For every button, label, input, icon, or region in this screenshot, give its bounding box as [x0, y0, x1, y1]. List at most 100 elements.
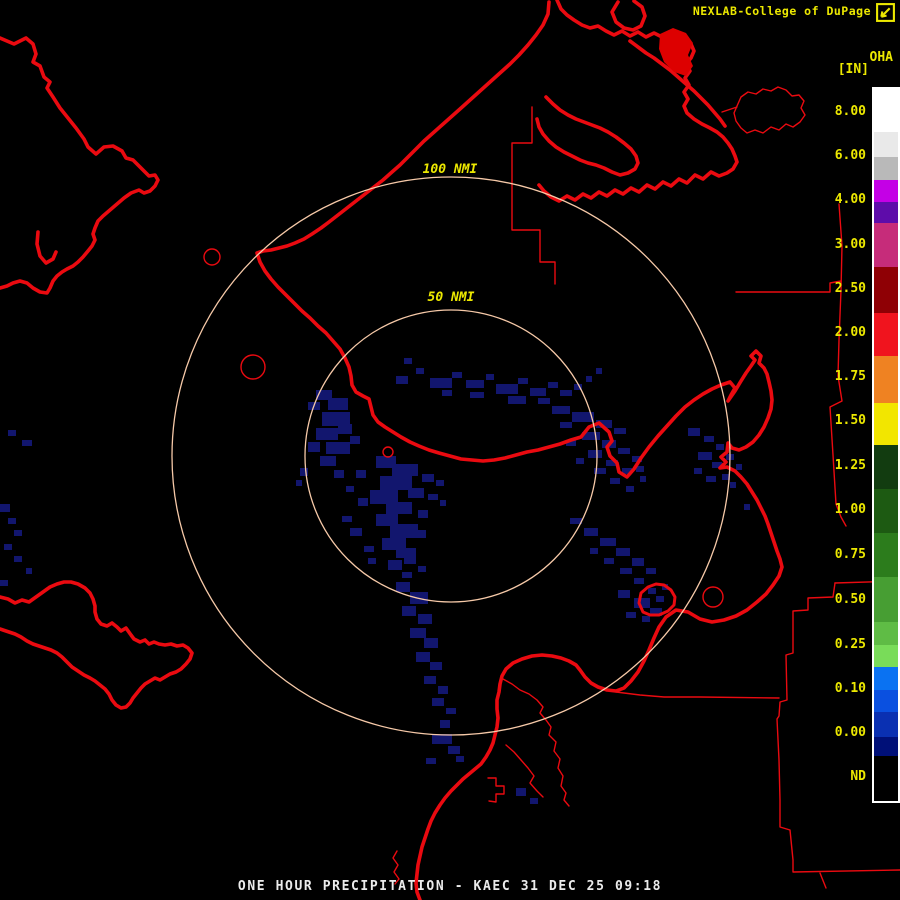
- coastline-top-right: [537, 0, 739, 203]
- precip-cell: [600, 538, 616, 546]
- precip-cell: [422, 474, 434, 482]
- precip-cell: [14, 530, 22, 536]
- colorbar-label: 4.00: [834, 192, 866, 207]
- precip-cell: [358, 498, 368, 506]
- boundary-east-vertical: [829, 203, 847, 527]
- precip-cell: [308, 442, 320, 452]
- precip-cell: [390, 524, 418, 538]
- colorbar-label: 2.00: [834, 325, 866, 340]
- precip-cell: [648, 588, 656, 594]
- precip-cell: [640, 476, 646, 482]
- precip-cell: [436, 480, 444, 486]
- landfill-patch: [659, 28, 693, 76]
- precip-cell: [404, 556, 416, 564]
- precip-cell: [386, 502, 412, 514]
- app-title: NEXLAB-College of DuPage: [692, 4, 871, 18]
- precip-cell: [440, 500, 446, 506]
- precip-cell: [408, 488, 424, 498]
- colorbar-label: 1.00: [834, 502, 866, 517]
- precip-cell: [428, 494, 438, 500]
- precip-cell: [418, 510, 428, 518]
- precip-cell: [446, 708, 456, 714]
- precip-cell: [416, 368, 424, 374]
- colorbar-segment: [874, 180, 898, 202]
- precip-cell: [614, 428, 626, 434]
- precip-cell: [388, 560, 402, 570]
- colorbar-label: 0.10: [834, 681, 866, 696]
- colorbar: [872, 87, 900, 803]
- river-estuary-1: [502, 678, 570, 807]
- precip-cell: [576, 458, 584, 464]
- precip-cell: [8, 430, 16, 436]
- precip-cell: [744, 504, 750, 510]
- coastline-bay-shore: [535, 95, 640, 177]
- product-caption: ONE HOUR PRECIPITATION - KAEC 31 DEC 25 …: [237, 879, 663, 894]
- precip-cell: [584, 528, 598, 536]
- precip-cell: [416, 652, 430, 662]
- precip-cell: [620, 568, 632, 574]
- precip-cell: [586, 376, 592, 382]
- colorbar-segment: [874, 667, 898, 690]
- precip-cell: [618, 448, 630, 454]
- colorbar-label: 0.00: [834, 725, 866, 740]
- coastline-hook-inlet: [35, 230, 58, 265]
- precip-cell: [642, 616, 650, 622]
- precip-cell: [704, 436, 714, 442]
- boundary-south-connector: [615, 691, 780, 699]
- colorbar-segment: [874, 445, 898, 489]
- precip-cell: [716, 444, 724, 450]
- precip-cell: [618, 590, 630, 598]
- radar-map-canvas: [0, 0, 900, 900]
- precip-cell: [530, 798, 538, 804]
- precip-cell: [646, 568, 656, 574]
- precip-cell: [0, 580, 8, 586]
- precip-cell: [538, 398, 550, 404]
- precip-cell: [402, 572, 412, 578]
- precip-cell: [296, 480, 302, 486]
- colorbar-segment: [874, 622, 898, 645]
- precip-cell: [694, 468, 702, 474]
- precip-cell: [508, 396, 526, 404]
- island-top-right-outline: [733, 86, 806, 134]
- precip-cell: [402, 606, 416, 616]
- precip-cell: [440, 720, 450, 728]
- colorbar-segment: [874, 223, 898, 267]
- precip-cell: [316, 428, 338, 440]
- precip-cell: [414, 530, 426, 538]
- colorbar-segment: [874, 756, 898, 799]
- precip-cell: [370, 490, 398, 504]
- precip-cell: [424, 638, 438, 648]
- precip-cell: [410, 628, 426, 638]
- precip-cell: [322, 412, 350, 426]
- precip-cell: [430, 662, 442, 670]
- precip-cell: [656, 596, 664, 602]
- precip-cell: [14, 556, 22, 562]
- colorbar-segment: [874, 157, 898, 180]
- colorbar-segment: [874, 267, 898, 313]
- precip-cell: [616, 548, 630, 556]
- precip-cell: [380, 476, 412, 490]
- colorbar-segment: [874, 712, 898, 737]
- precip-cell: [418, 614, 432, 624]
- precip-cell: [604, 558, 614, 564]
- precip-cell: [736, 464, 742, 470]
- precip-cell: [632, 558, 644, 566]
- precip-cell: [518, 378, 528, 384]
- precip-cell: [326, 442, 350, 454]
- precip-cell: [338, 424, 352, 434]
- precip-cell: [364, 546, 374, 552]
- colorbar-segment: [874, 89, 898, 132]
- precip-cell: [334, 470, 344, 478]
- precip-cell: [320, 456, 336, 466]
- colorbar-label: 0.75: [834, 547, 866, 562]
- precip-cell: [368, 558, 376, 564]
- colorbar-label: 1.75: [834, 369, 866, 384]
- precip-cell: [456, 756, 464, 762]
- colorbar-segment: [874, 489, 898, 533]
- precip-cell: [626, 486, 634, 492]
- precip-cell: [470, 392, 484, 398]
- precip-cell: [438, 686, 448, 694]
- precip-cell: [22, 440, 32, 446]
- range-ring-label-50nmi: 50 NMI: [427, 290, 475, 305]
- colorbar-segment: [874, 313, 898, 356]
